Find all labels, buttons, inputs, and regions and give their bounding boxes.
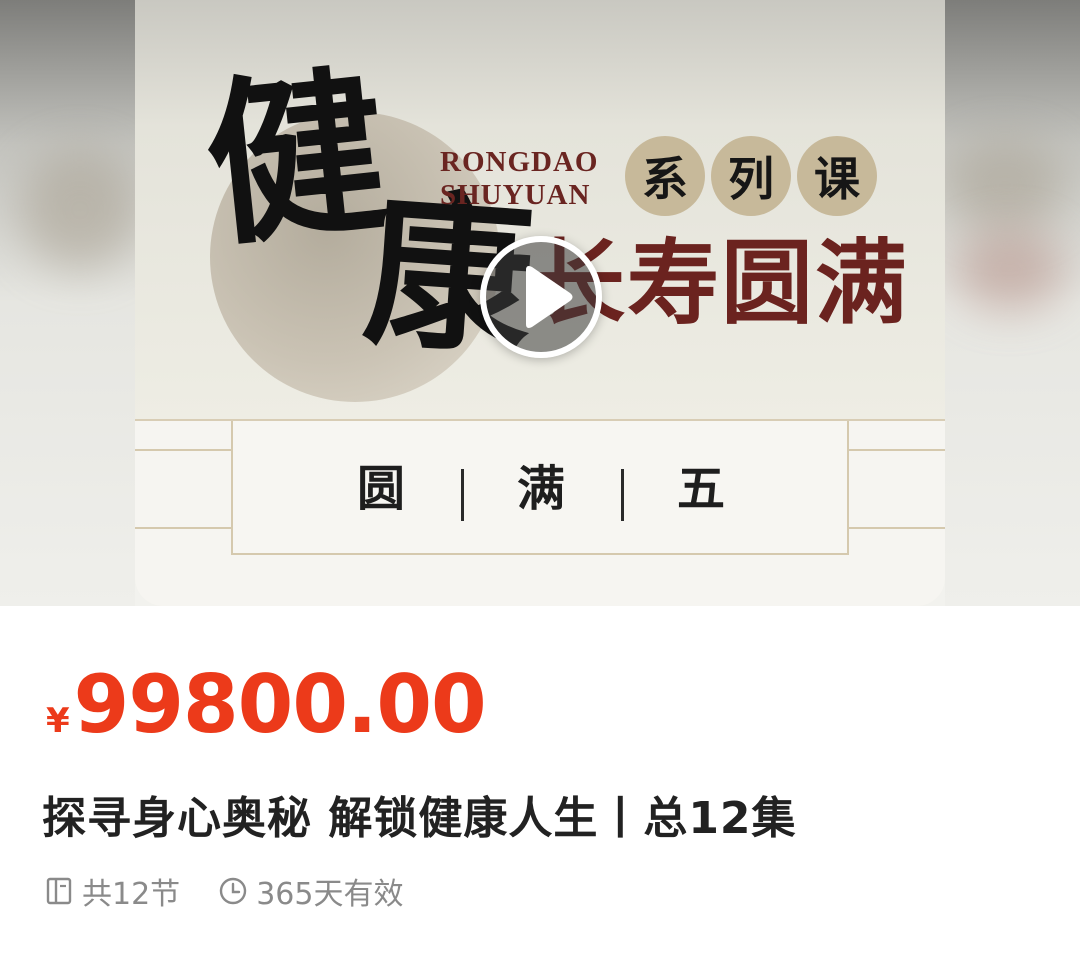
- clock-icon: [219, 877, 247, 905]
- poster-artwork: 健 康 RONGDAO SHUYUAN 系 列 课 长寿圆满: [135, 0, 945, 420]
- brand-line: SHUYUAN: [440, 179, 591, 211]
- course-detail-page: 健 康 RONGDAO SHUYUAN 系 列 课 长寿圆满 圆 满 五 ¥99…: [0, 0, 1080, 968]
- series-badges: 系 列 课: [625, 136, 877, 216]
- book-icon: [46, 877, 72, 905]
- rail-line: [135, 527, 231, 529]
- price-currency: ¥: [46, 701, 70, 741]
- rail-line: [849, 449, 945, 451]
- blur-decoration: [945, 140, 1065, 230]
- plaque: 圆 满 五: [231, 421, 849, 555]
- brand-line: RONGDAO: [440, 146, 599, 178]
- lesson-count: 共12节: [44, 869, 180, 913]
- validity-text: 365天有效: [256, 877, 404, 912]
- plaque-char: 圆: [357, 461, 406, 517]
- rail-line: [135, 449, 231, 451]
- plaque-char: 五: [677, 461, 726, 517]
- video-cover[interactable]: 健 康 RONGDAO SHUYUAN 系 列 课 长寿圆满 圆 满 五: [135, 0, 945, 606]
- banner-blur-left: [0, 0, 140, 606]
- course-banner[interactable]: 健 康 RONGDAO SHUYUAN 系 列 课 长寿圆满 圆 满 五: [0, 0, 1080, 606]
- play-icon: [526, 266, 573, 328]
- plaque-divider: [621, 469, 624, 521]
- course-title: 探寻身心奥秘 解锁健康人生丨总12集: [42, 793, 797, 844]
- series-badge: 列: [711, 136, 791, 216]
- blur-decoration: [955, 230, 1065, 310]
- series-badge: 系: [625, 136, 705, 216]
- course-meta: 共12节 365天有效: [44, 869, 403, 913]
- banner-blur-right: [945, 0, 1080, 606]
- series-badge: 课: [797, 136, 877, 216]
- lesson-count-text: 共12节: [82, 877, 181, 912]
- calligraphy-char: 健: [196, 45, 390, 272]
- plaque-area: 圆 满 五: [135, 419, 945, 606]
- blur-decoration: [20, 150, 140, 270]
- plaque-char: 满: [517, 461, 566, 517]
- price-amount: 99800.00: [73, 658, 487, 751]
- rail-line: [849, 527, 945, 529]
- plaque-divider: [461, 469, 464, 521]
- validity: 365天有效: [218, 869, 403, 913]
- play-button[interactable]: [480, 236, 602, 358]
- price: ¥99800.00: [46, 658, 487, 751]
- product-info: ¥99800.00 探寻身心奥秘 解锁健康人生丨总12集 共12节 365天有效: [0, 606, 1080, 968]
- brand-name: RONGDAO SHUYUAN: [440, 146, 598, 212]
